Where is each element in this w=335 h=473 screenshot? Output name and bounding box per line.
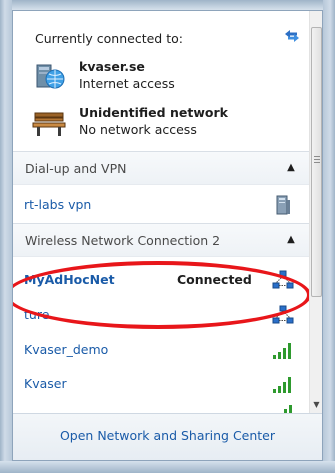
connected-network-unidentified: Unidentified network No network access xyxy=(13,103,309,143)
vertical-scrollbar[interactable]: ▼ xyxy=(309,11,322,413)
wifi-signal-icon xyxy=(284,405,292,413)
currently-connected-header: Currently connected to: xyxy=(35,31,183,46)
bench-network-icon xyxy=(32,112,66,136)
list-item-myadhocnet[interactable]: MyAdHocNet Connected xyxy=(13,264,309,297)
list-item-kvaser-demo[interactable]: Kvaser_demo xyxy=(13,334,309,367)
open-network-sharing-center-link[interactable]: Open Network and Sharing Center xyxy=(13,428,322,443)
wireless-network-name[interactable]: Kvaser_demo xyxy=(24,342,108,357)
wireless-network-name[interactable]: MyAdHocNet xyxy=(24,272,115,287)
chevron-up-icon[interactable]: ▲ xyxy=(284,233,298,247)
wifi-signal-icon xyxy=(273,343,291,359)
adhoc-network-icon xyxy=(272,270,294,289)
wireless-network-name[interactable]: Kvaser xyxy=(24,376,67,391)
network-status: No network access xyxy=(79,122,197,137)
internet-network-icon xyxy=(36,64,65,89)
network-flyout: Currently connected to: kvaser.se Intern… xyxy=(12,10,323,461)
connected-network-kvaser: kvaser.se Internet access xyxy=(13,57,309,97)
frame-bottom-border xyxy=(0,461,335,473)
list-item-partial xyxy=(13,403,309,413)
scroll-thumb[interactable] xyxy=(311,27,322,297)
adhoc-network-icon xyxy=(272,305,294,324)
scroll-down-icon[interactable]: ▼ xyxy=(312,400,321,409)
connection-name[interactable]: rt-labs vpn xyxy=(24,197,91,212)
list-item-kvaser[interactable]: Kvaser xyxy=(13,368,309,401)
section-dialup-vpn[interactable]: Dial-up and VPN ▲ xyxy=(13,151,309,185)
window-frame: Currently connected to: kvaser.se Intern… xyxy=(0,0,335,473)
section-title: Wireless Network Connection 2 xyxy=(25,233,221,248)
wireless-network-name[interactable]: ture xyxy=(24,307,49,322)
connection-state: Connected xyxy=(177,272,252,287)
section-title: Dial-up and VPN xyxy=(25,161,127,176)
network-status: Internet access xyxy=(79,76,175,91)
section-wireless-connection-2[interactable]: Wireless Network Connection 2 ▲ xyxy=(13,223,309,257)
refresh-icon[interactable] xyxy=(282,26,302,44)
network-name: Unidentified network xyxy=(79,105,228,120)
list-item-ture[interactable]: ture xyxy=(13,299,309,332)
network-name: kvaser.se xyxy=(79,59,145,74)
frame-right-border xyxy=(323,0,335,473)
network-list: Currently connected to: kvaser.se Intern… xyxy=(13,11,309,413)
frame-left-border xyxy=(0,0,12,473)
list-item-rt-labs-vpn[interactable]: rt-labs vpn xyxy=(13,189,309,222)
wifi-signal-icon xyxy=(273,377,291,393)
frame-top-border xyxy=(0,0,335,10)
chevron-up-icon[interactable]: ▲ xyxy=(284,161,298,175)
flyout-footer: Open Network and Sharing Center xyxy=(13,413,322,460)
grip-icon xyxy=(314,156,320,164)
vpn-server-icon xyxy=(276,195,290,215)
